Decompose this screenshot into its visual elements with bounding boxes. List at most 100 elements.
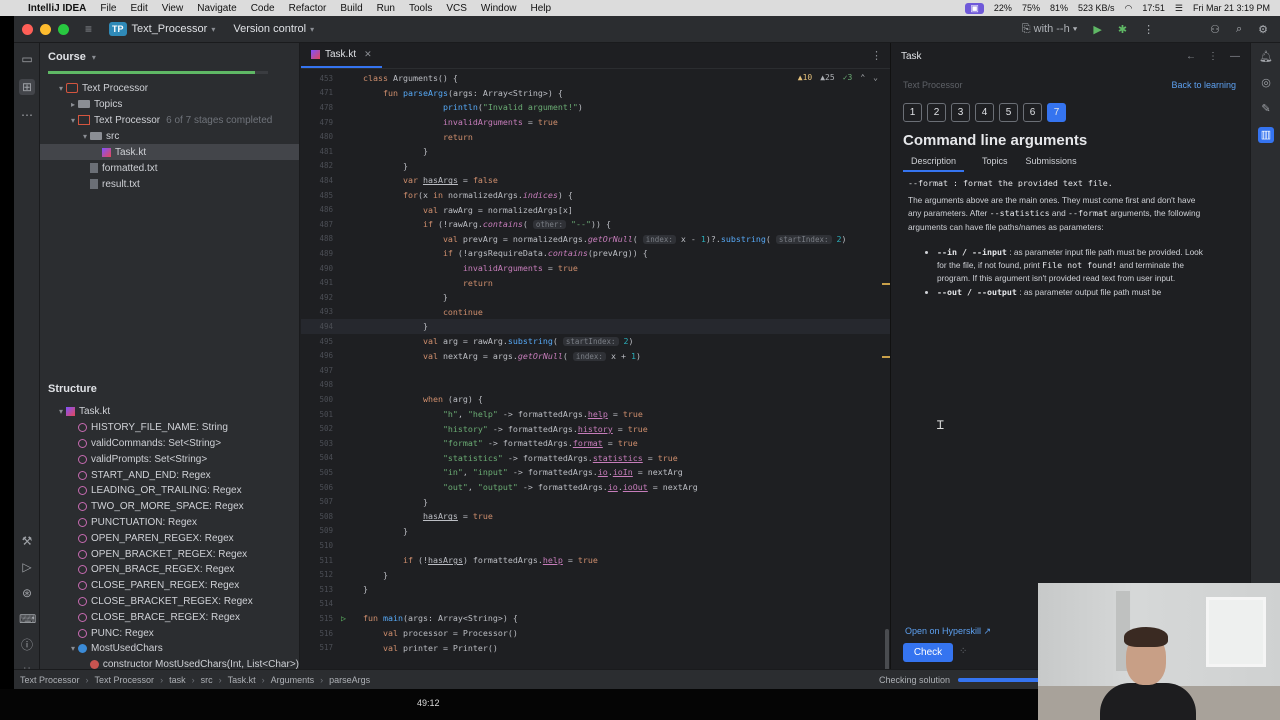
code-line[interactable]: 501 "h", "help" -> formattedArgs.help = … [301,407,890,422]
code-line[interactable]: 507 } [301,494,890,509]
code-line[interactable]: 512 } [301,567,890,582]
code-line[interactable]: 490 invalidArguments = true [301,261,890,276]
close-window-button[interactable] [22,23,33,35]
app-menu[interactable]: IntelliJ IDEA [28,3,86,14]
line-number[interactable]: 481 [301,147,341,156]
line-number[interactable]: 489 [301,249,341,258]
more-actions-icon[interactable]: ⋮ [1143,23,1154,36]
build-icon[interactable]: ⚒ [19,533,35,549]
code-line[interactable]: 498 [301,378,890,393]
line-number[interactable]: 486 [301,205,341,214]
code-line[interactable]: 516 val processor = Processor() [301,626,890,641]
line-number[interactable]: 517 [301,643,341,652]
hide-panel-icon[interactable]: — [1230,51,1240,62]
code-line[interactable]: 495 val arg = rawArg.substring( startInd… [301,334,890,349]
tree-item[interactable]: TWO_OR_MORE_SPACE: Regex [40,499,299,515]
tree-item[interactable]: result.txt [40,176,299,192]
main-menu-icon[interactable]: ≡ [85,22,109,36]
line-number[interactable]: 478 [301,103,341,112]
chevron-down-icon[interactable]: ▾ [68,116,78,125]
breadcrumb-item[interactable]: Arguments [271,675,315,685]
breadcrumb-item[interactable]: task [169,675,186,685]
line-number[interactable]: 512 [301,570,341,579]
menu-help[interactable]: Help [531,3,552,14]
code-line[interactable]: 513} [301,582,890,597]
code-line[interactable]: 508 hasArgs = true [301,509,890,524]
chevron-down-icon[interactable]: ▾ [68,644,78,653]
breadcrumb-item[interactable]: Task.kt [228,675,256,685]
wifi-icon[interactable]: ◠ [1125,3,1133,14]
course-panel-header[interactable]: Course ▾ [40,43,299,71]
notifications-icon[interactable]: 🔔︎ [1258,49,1274,65]
line-number[interactable]: 498 [301,380,341,389]
line-number[interactable]: 516 [301,629,341,638]
tree-item[interactable]: validCommands: Set<String> [40,436,299,452]
stage-button-1[interactable]: 1 [903,103,922,122]
code-line[interactable]: 497 [301,363,890,378]
line-number[interactable]: 514 [301,599,341,608]
stage-button-7[interactable]: 7 [1047,103,1066,122]
stage-button-6[interactable]: 6 [1023,103,1042,122]
code-line[interactable]: 502 "history" -> formattedArgs.history =… [301,421,890,436]
code-line[interactable]: 481 } [301,144,890,159]
line-number[interactable]: 501 [301,410,341,419]
vcs-widget[interactable]: Version control [233,23,306,35]
tree-item[interactable]: LEADING_OR_TRAILING: Regex [40,483,299,499]
code-line[interactable]: 515 ▷ fun main(args: Array<String>) { [301,611,890,626]
control-center-icon[interactable]: ☰ [1175,3,1183,14]
more-tools-icon[interactable]: ⋯ [19,107,35,123]
menu-build[interactable]: Build [340,3,362,14]
code-line[interactable]: 510 [301,538,890,553]
code-line[interactable]: 517 val printer = Printer() [301,640,890,655]
menu-window[interactable]: Window [481,3,517,14]
tab-description[interactable]: Description [903,156,965,172]
tree-item[interactable]: ▾ Text Processor [40,80,299,96]
settings-icon[interactable]: ⚙ [1258,23,1268,36]
code-line[interactable]: 493 continue [301,305,890,320]
line-number[interactable]: 482 [301,161,341,170]
zoom-window-button[interactable] [58,23,69,35]
code-line[interactable]: 478 println("Invalid argument!") [301,100,890,115]
run-gutter-icon[interactable]: ▷ [341,613,363,623]
code-line[interactable]: 509 } [301,524,890,539]
tree-item[interactable]: ▾ Task.kt [40,404,299,420]
code-line[interactable]: 488 val prevArg = normalizedArgs.getOrNu… [301,232,890,247]
line-number[interactable]: 504 [301,453,341,462]
project-switcher[interactable]: Text_Processor [132,23,208,35]
line-number[interactable]: 515 [301,614,341,623]
code-line[interactable]: 487 if (!rawArg.contains( other: "--")) … [301,217,890,232]
line-number[interactable]: 505 [301,468,341,477]
tree-item[interactable]: START_AND_END: Regex [40,467,299,483]
line-number[interactable]: 506 [301,483,341,492]
chevron-right-icon[interactable]: ▸ [68,100,78,109]
debug-icon[interactable]: ✱ [1118,23,1127,36]
project-tool-icon[interactable]: ▭ [19,51,35,67]
line-number[interactable]: 497 [301,366,341,375]
line-number[interactable]: 453 [301,74,341,83]
code-line[interactable]: 492 } [301,290,890,305]
add-user-icon[interactable]: ⚇ [1210,23,1220,36]
code-line[interactable]: 471 fun parseArgs(args: Array<String>) { [301,86,890,101]
edit-icon[interactable]: ✎ [1258,101,1274,117]
tab-topics[interactable]: Topics [982,156,1008,172]
course-tool-icon[interactable]: ⊞ [19,79,35,95]
line-number[interactable]: 495 [301,337,341,346]
task-tool-icon[interactable]: ▥ [1258,127,1274,143]
code-line[interactable]: 496 val nextArg = args.getOrNull( index:… [301,348,890,363]
line-number[interactable]: 513 [301,585,341,594]
tree-item[interactable]: ▾ Text Processor 6 of 7 stages completed [40,112,299,128]
tree-item[interactable]: PUNC: Regex [40,625,299,641]
tree-item[interactable]: ▾ src [40,128,299,144]
line-number[interactable]: 503 [301,439,341,448]
line-number[interactable]: 500 [301,395,341,404]
code-line[interactable]: 485 for(x in normalizedArgs.indices) { [301,188,890,203]
menu-file[interactable]: File [100,3,116,14]
chevron-down-icon[interactable]: ▾ [80,132,90,141]
code-line[interactable]: 479 invalidArguments = true [301,115,890,130]
code-line[interactable]: 453 class Arguments() { [301,71,890,86]
stage-button-5[interactable]: 5 [999,103,1018,122]
tree-item[interactable]: CLOSE_BRACKET_REGEX: Regex [40,594,299,610]
line-number[interactable]: 511 [301,556,341,565]
stage-button-3[interactable]: 3 [951,103,970,122]
line-number[interactable]: 490 [301,264,341,273]
